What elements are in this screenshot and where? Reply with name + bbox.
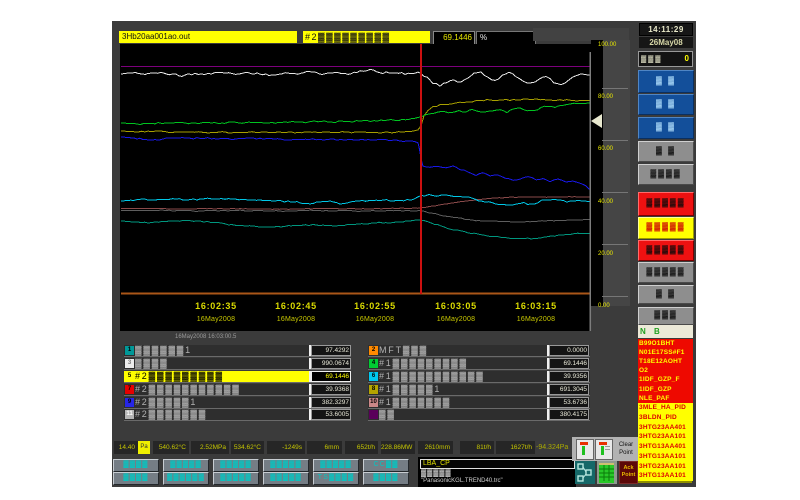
svg-text:16May2008: 16May2008 xyxy=(437,316,475,323)
svg-text:16:02:45: 16:02:45 xyxy=(275,301,317,311)
svg-text:16May2008: 16May2008 xyxy=(356,316,394,323)
svg-text:16May2008: 16May2008 xyxy=(517,316,555,323)
svg-text:16May2008: 16May2008 xyxy=(277,316,315,323)
svg-text:16:02:35: 16:02:35 xyxy=(195,301,237,311)
svg-text:16:03:05: 16:03:05 xyxy=(435,301,477,311)
svg-text:16May2008: 16May2008 xyxy=(197,316,235,323)
svg-text:16:02:55: 16:02:55 xyxy=(354,301,396,311)
svg-text:16:03:15: 16:03:15 xyxy=(515,301,557,311)
